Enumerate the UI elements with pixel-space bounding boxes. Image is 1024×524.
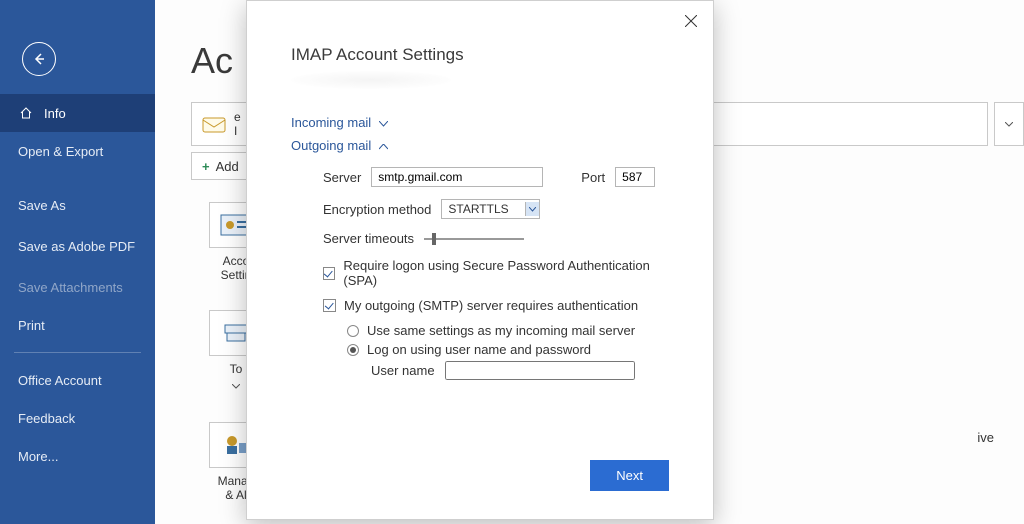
- chevron-up-icon: [379, 138, 388, 153]
- sidebar-label: Office Account: [18, 373, 102, 388]
- chevron-down-icon: [379, 115, 388, 130]
- server-label: Server: [323, 170, 361, 185]
- timeouts-slider[interactable]: [424, 238, 524, 240]
- sidebar-item-office-account[interactable]: Office Account: [0, 361, 155, 399]
- home-icon: [18, 106, 34, 120]
- encryption-value: STARTTLS: [448, 202, 508, 216]
- port-label: Port: [581, 170, 605, 185]
- sidebar-label: Print: [18, 318, 45, 333]
- imap-settings-dialog: IMAP Account Settings Incoming mail Outg…: [246, 0, 714, 520]
- account-dropdown-button[interactable]: [994, 102, 1024, 146]
- radio-same-settings[interactable]: [347, 325, 359, 337]
- radio-same-label: Use same settings as my incoming mail se…: [367, 323, 635, 338]
- dialog-close-button[interactable]: [677, 7, 705, 35]
- sidebar-label: More...: [18, 449, 58, 464]
- sidebar-label: Save Attachments: [18, 280, 123, 295]
- email-redacted: [291, 71, 451, 89]
- sidebar-item-save-attachments: Save Attachments: [0, 268, 155, 306]
- add-account-label: Add: [216, 159, 239, 174]
- username-input[interactable]: [445, 361, 635, 380]
- server-input[interactable]: [371, 167, 543, 187]
- incoming-mail-section[interactable]: Incoming mail: [291, 115, 669, 130]
- sidebar-item-save-adobe-pdf[interactable]: Save as Adobe PDF: [0, 224, 155, 268]
- mailbox-icon: [202, 112, 226, 136]
- sidebar-label: Info: [44, 106, 66, 121]
- smtp-auth-checkbox[interactable]: [323, 299, 336, 312]
- sidebar-item-save-as[interactable]: Save As: [0, 186, 155, 224]
- sidebar-item-info[interactable]: Info: [0, 94, 155, 132]
- outgoing-mail-section[interactable]: Outgoing mail: [291, 138, 669, 153]
- body-text-fragment: ive: [977, 430, 994, 445]
- smtp-auth-label: My outgoing (SMTP) server requires authe…: [344, 298, 638, 313]
- chevron-down-icon: [525, 202, 539, 216]
- spa-checkbox[interactable]: [323, 267, 335, 280]
- plus-icon: +: [202, 159, 210, 174]
- slider-thumb[interactable]: [432, 233, 436, 245]
- incoming-label: Incoming mail: [291, 115, 371, 130]
- next-button[interactable]: Next: [590, 460, 669, 491]
- sidebar-label: Feedback: [18, 411, 75, 426]
- radio-logon-label: Log on using user name and password: [367, 342, 591, 357]
- sidebar-label: Save as Adobe PDF: [18, 239, 135, 254]
- add-account-button[interactable]: + Add: [191, 152, 250, 180]
- back-button[interactable]: [22, 42, 56, 76]
- radio-logon[interactable]: [347, 344, 359, 356]
- outgoing-label: Outgoing mail: [291, 138, 371, 153]
- sidebar-item-open-export[interactable]: Open & Export: [0, 132, 155, 170]
- username-label: User name: [371, 363, 435, 378]
- account-line1: e: [234, 110, 241, 124]
- encryption-dropdown[interactable]: STARTTLS: [441, 199, 539, 219]
- dialog-title: IMAP Account Settings: [291, 45, 669, 65]
- sidebar-item-more[interactable]: More...: [0, 437, 155, 475]
- spa-label: Require logon using Secure Password Auth…: [343, 258, 669, 288]
- timeouts-label: Server timeouts: [323, 231, 414, 246]
- sidebar-label: Save As: [18, 198, 66, 213]
- encryption-label: Encryption method: [323, 202, 431, 217]
- sidebar-item-print[interactable]: Print: [0, 306, 155, 344]
- port-input[interactable]: [615, 167, 655, 187]
- sidebar-item-feedback[interactable]: Feedback: [0, 399, 155, 437]
- account-line2: I: [234, 124, 237, 138]
- backstage-sidebar: Info Open & Export Save As Save as Adobe…: [0, 0, 155, 524]
- sidebar-label: Open & Export: [18, 144, 103, 159]
